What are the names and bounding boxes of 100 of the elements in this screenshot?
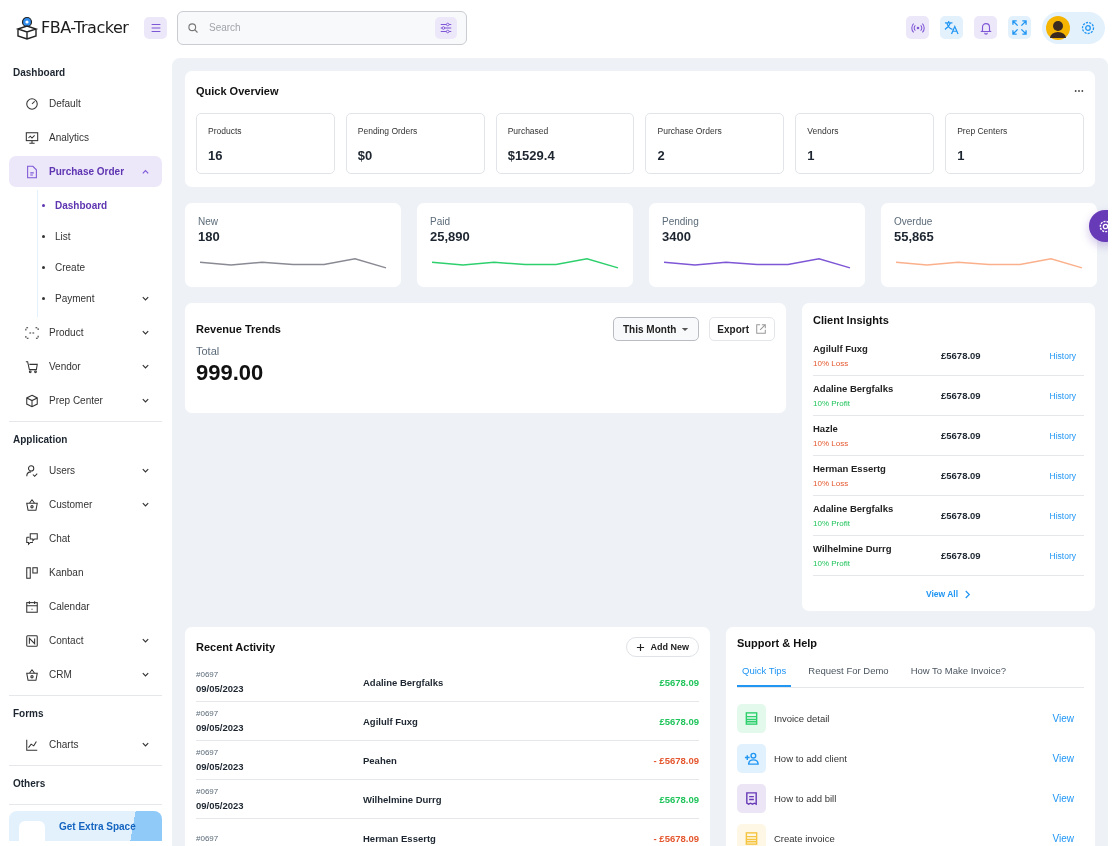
notification-button[interactable]	[974, 16, 997, 39]
order-amount: - £5678.09	[653, 832, 699, 844]
sidebar-item[interactable]: Prep Center	[9, 385, 162, 416]
basket-icon	[25, 497, 39, 512]
section-heading: Dashboard	[12, 66, 67, 80]
doc-icon	[25, 164, 39, 179]
customer-name: Wilhelmine Durrg	[363, 793, 443, 805]
logo-icon	[15, 14, 39, 41]
sidebar-item[interactable]: CRM	[9, 659, 162, 690]
profile-menu[interactable]	[1042, 11, 1105, 44]
order-date: 09/05/2023	[196, 722, 245, 733]
card-title: Support & Help	[737, 637, 818, 649]
cart-icon	[25, 359, 39, 374]
more-icon[interactable]	[1074, 89, 1084, 93]
order-amount: £5678.09	[659, 676, 699, 688]
translate-button[interactable]	[940, 16, 963, 39]
chevron-down-icon	[141, 500, 150, 509]
sidebar-item[interactable]: Calendar	[9, 591, 162, 622]
chevron-down-icon	[141, 362, 150, 371]
menu-button[interactable]	[144, 16, 167, 39]
sidebar-item[interactable]: Customer	[9, 489, 162, 520]
chat-icon	[25, 531, 39, 546]
stat-label: Purchase Orders	[657, 126, 723, 136]
stat-value: 16	[208, 148, 224, 163]
order-amount: - £5678.09	[653, 754, 699, 766]
basket-icon	[25, 667, 39, 682]
search-input[interactable]: Search	[207, 21, 427, 34]
sidebar-item[interactable]: Charts	[9, 729, 162, 760]
sidebar-item[interactable]: Purchase Order	[9, 156, 162, 187]
submenu-item[interactable]: Create	[38, 252, 162, 283]
change-label: 10% Profit	[813, 519, 851, 528]
sidebar-item[interactable]: Chat	[9, 523, 162, 554]
total-label: Total	[196, 345, 221, 357]
chevron-down-icon	[141, 670, 150, 679]
tab[interactable]: Request For Demo	[803, 661, 894, 687]
card-title: Recent Activity	[196, 641, 276, 653]
cube-icon	[25, 393, 39, 408]
card-title: Client Insights	[813, 314, 890, 326]
sidebar-item[interactable]: Vendor	[9, 351, 162, 382]
submenu-item[interactable]: List	[38, 221, 162, 252]
promo-card[interactable]: Get Extra Space	[9, 811, 162, 841]
settings-icon	[1080, 19, 1096, 36]
stat-label: Vendors	[807, 126, 840, 136]
kanban-icon	[25, 565, 39, 580]
chevron-down-icon	[141, 328, 150, 337]
stat-value: $0	[357, 148, 374, 163]
filter-button[interactable]	[435, 16, 457, 39]
tab[interactable]: How To Make Invoice?	[905, 661, 1012, 687]
client-name: Herman Essertg	[813, 463, 887, 474]
client-name: Hazle	[813, 423, 839, 434]
change-label: 10% Profit	[813, 559, 851, 568]
translate-icon	[944, 20, 959, 35]
sidebar-item[interactable]: Contact	[9, 625, 162, 656]
change-label: 10% Profit	[813, 399, 851, 408]
change-label: 10% Loss	[813, 439, 850, 448]
sidebar-item[interactable]: Default	[9, 88, 162, 119]
client-amount: £5678.09	[941, 390, 982, 401]
stat-label: Prep Centers	[957, 126, 1009, 136]
sidebar-item[interactable]: Users	[9, 455, 162, 486]
sidebar-item[interactable]: Product	[9, 317, 162, 348]
brand-name: FBA-Tracker	[41, 18, 129, 37]
search-icon	[187, 21, 199, 34]
client-amount: £5678.09	[941, 350, 982, 361]
add-new-button[interactable]: Add New	[626, 637, 699, 657]
order-amount: £5678.09	[659, 793, 699, 805]
fullscreen-button[interactable]	[1008, 16, 1031, 39]
customer-name: Peahen	[363, 754, 398, 766]
status-value: 180	[198, 229, 221, 244]
client-name: Adaline Bergfalks	[813, 503, 895, 514]
chevron-down-icon	[141, 466, 150, 475]
client-amount: £5678.09	[941, 550, 982, 561]
period-dropdown[interactable]: This Month	[613, 317, 700, 341]
client-name: Adaline Bergfalks	[813, 383, 895, 394]
status-label: New	[198, 216, 219, 227]
submenu-item[interactable]: Payment	[38, 283, 162, 314]
stat-label: Pending Orders	[357, 126, 419, 136]
scan-icon	[25, 325, 39, 340]
calendar-icon	[25, 599, 39, 614]
search-field[interactable]: Search	[177, 10, 467, 45]
order-date: 09/05/2023	[196, 761, 245, 772]
broadcast-button[interactable]	[906, 16, 929, 39]
sidebar-item[interactable]: Kanban	[9, 557, 162, 588]
status-label: Paid	[430, 216, 451, 227]
customer-name: Herman Essertg	[363, 832, 437, 844]
export-button[interactable]: Export	[709, 317, 775, 341]
order-id: #0697	[196, 748, 220, 757]
tip-label: How to add client	[774, 752, 848, 764]
chevron-down-icon	[141, 294, 150, 303]
section-heading: Application	[12, 433, 69, 447]
order-date: 09/05/2023	[196, 683, 245, 694]
submenu-item[interactable]: Dashboard	[38, 190, 162, 221]
tip-label: How to add bill	[774, 792, 838, 804]
stat-value: 1	[957, 148, 966, 163]
stat-label: Products	[208, 126, 243, 136]
section-heading: Others	[12, 777, 47, 791]
sidebar-item[interactable]: Analytics	[9, 122, 162, 153]
settings-icon	[1097, 218, 1108, 234]
order-id: #0697	[196, 709, 220, 718]
client-amount: £5678.09	[941, 470, 982, 481]
status-value: 55,865	[894, 229, 935, 244]
